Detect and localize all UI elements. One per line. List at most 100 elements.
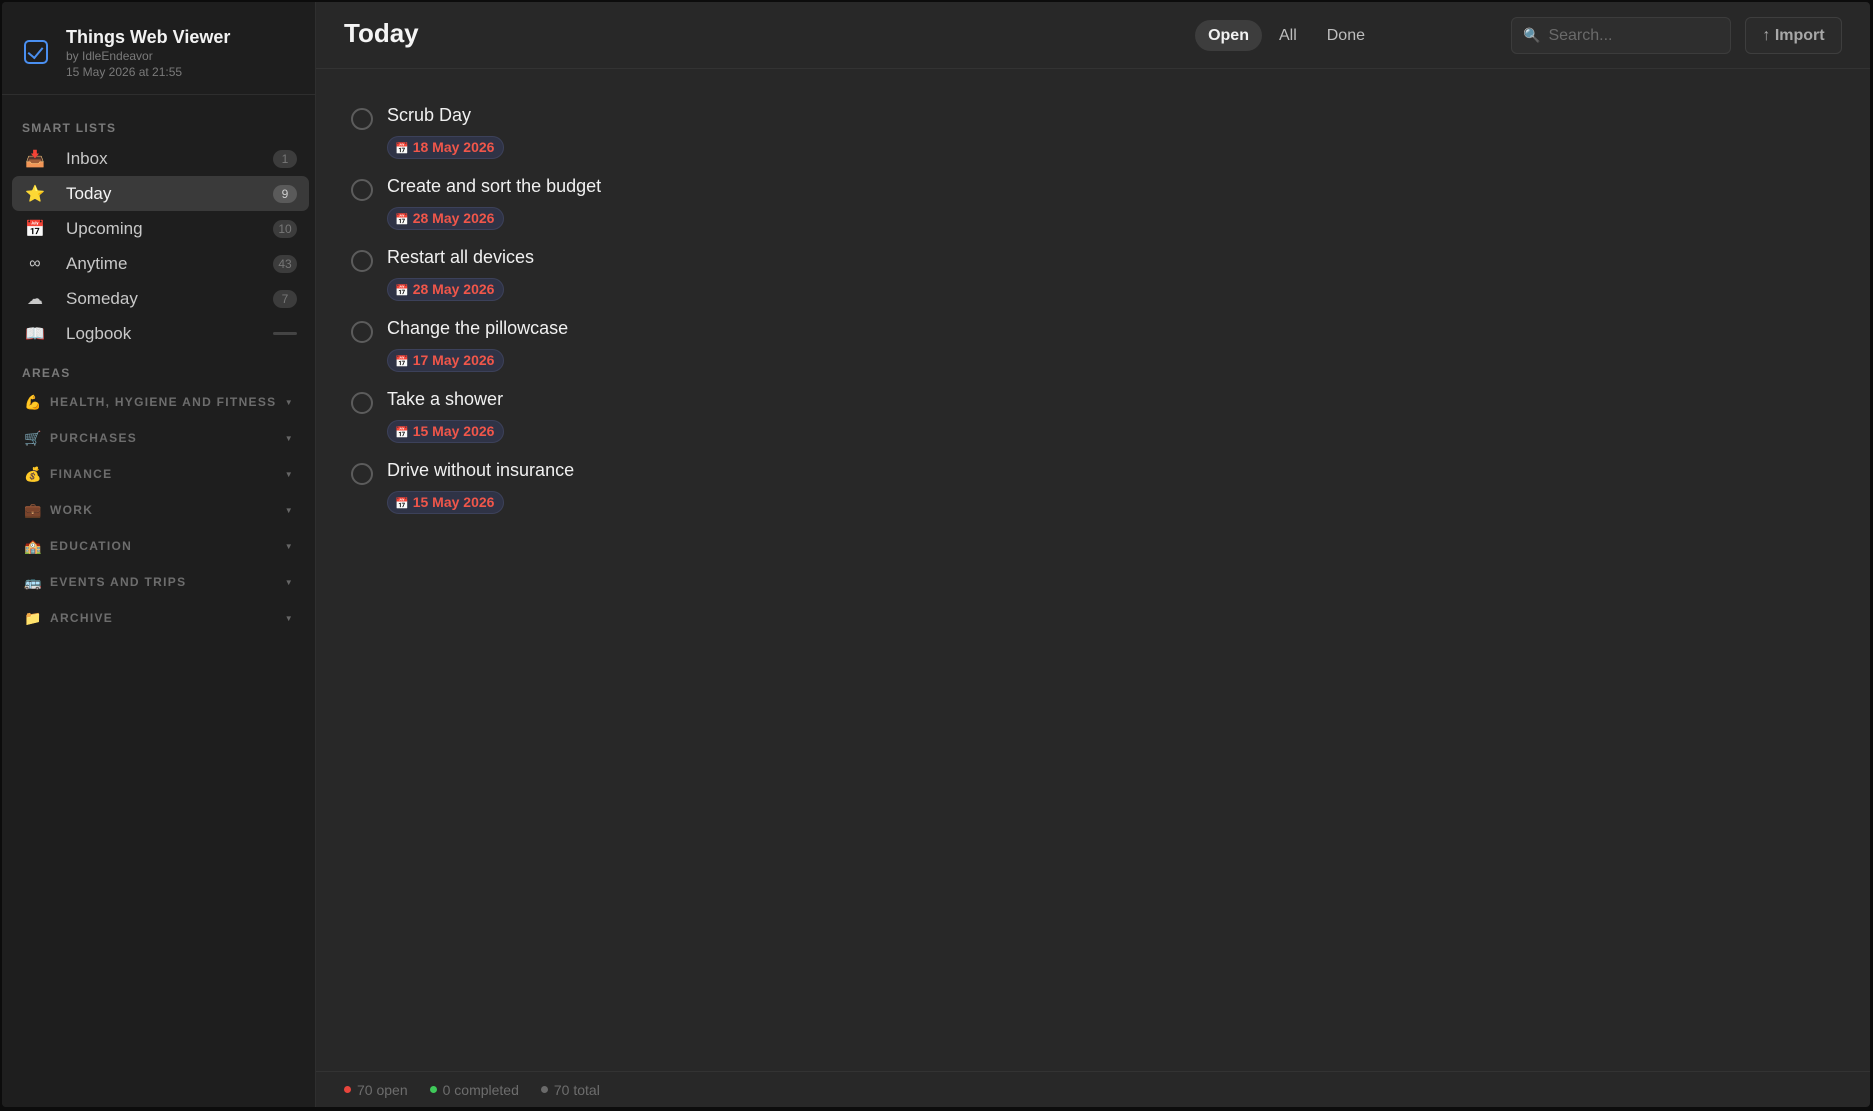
areas-list: 💪 HEALTH, HYGIENE AND FITNESS ▼ 🛒 PURCHASES ▼… <box>2 384 316 636</box>
due-date-badge: 📅 15 May 2026 <box>387 491 505 514</box>
calendar-icon: 📅 <box>25 220 45 238</box>
area-label: ARCHIVE <box>50 611 114 625</box>
sidebar-item-anytime[interactable]: ∞ Anytime 43 <box>12 246 309 281</box>
sidebar-item-label: Inbox <box>66 148 108 168</box>
due-date-badge: 📅 28 May 2026 <box>387 278 505 301</box>
checkbox-logo-icon <box>24 40 48 64</box>
area-label: PURCHASES <box>50 431 138 445</box>
shopping-cart-icon: 🛒 <box>24 429 43 446</box>
cloud-icon: ☁ <box>27 290 43 308</box>
app-window: Things Web Viewer by IdleEndeavor 15 May… <box>2 2 1870 1107</box>
inbox-tray-icon: 📥 <box>25 150 45 168</box>
due-date-text: 18 May 2026 <box>412 139 495 155</box>
calendar-icon: 📅 <box>395 498 409 510</box>
sidebar: Things Web Viewer by IdleEndeavor 15 May… <box>2 2 316 1107</box>
sidebar-item-upcoming[interactable]: 📅 Upcoming 10 <box>12 211 309 246</box>
search-box[interactable]: 🔍 <box>1511 17 1731 54</box>
sidebar-item-inbox[interactable]: 📥 Inbox 1 <box>12 141 309 176</box>
area-label: WORK <box>50 503 94 517</box>
calendar-icon: 📅 <box>395 427 409 439</box>
count-badge: 7 <box>273 289 297 308</box>
filter-tabs: Open All Done <box>1195 20 1378 51</box>
area-label: EVENTS AND TRIPS <box>50 575 187 589</box>
search-icon: 🔍 <box>1523 27 1541 43</box>
due-date-badge: 📅 17 May 2026 <box>387 349 505 372</box>
smart-lists-label: SMART LISTS <box>22 121 117 135</box>
smart-lists-nav: 📥 Inbox 1 ⭐ Today 9 📅 Upcoming 10 ∞ Anytime 43 ☁ Some… <box>12 141 309 351</box>
area-item-archive[interactable]: 📁 ARCHIVE ▼ <box>2 600 316 636</box>
due-date-badge: 📅 15 May 2026 <box>387 420 505 443</box>
area-label: HEALTH, HYGIENE AND FITNESS <box>50 395 277 409</box>
filter-done[interactable]: Done <box>1314 20 1378 51</box>
sidebar-item-logbook[interactable]: 📖 Logbook <box>12 316 309 351</box>
school-icon: 🏫 <box>24 537 43 554</box>
chevron-down-icon[interactable]: ▼ <box>285 542 294 551</box>
star-icon: ⭐ <box>25 185 45 203</box>
task-title[interactable]: Restart all devices <box>387 247 534 268</box>
brand-header: Things Web Viewer by IdleEndeavor 15 May… <box>2 2 315 95</box>
due-date-badge: 📅 28 May 2026 <box>387 207 505 230</box>
task-checkbox[interactable] <box>351 250 373 272</box>
due-date-text: 15 May 2026 <box>412 494 495 510</box>
sidebar-item-label: Someday <box>66 288 138 308</box>
task-checkbox[interactable] <box>351 392 373 414</box>
open-stat: 70 open <box>344 1082 408 1098</box>
chevron-down-icon[interactable]: ▼ <box>285 398 294 407</box>
area-item-purchases[interactable]: 🛒 PURCHASES ▼ <box>2 420 316 456</box>
flexed-biceps-icon: 💪 <box>24 393 43 410</box>
top-bar: Today OpenAllDone 🔍 ↑ Import <box>316 2 1870 69</box>
task-title[interactable]: Create and sort the budget <box>387 176 601 197</box>
count-badge: 10 <box>273 219 297 238</box>
import-button[interactable]: ↑ Import <box>1745 17 1842 54</box>
chevron-down-icon[interactable]: ▼ <box>285 506 294 515</box>
folder-icon: 📁 <box>24 609 43 626</box>
filter-open[interactable]: Open <box>1195 20 1262 51</box>
task-checkbox[interactable] <box>351 108 373 130</box>
filter-all[interactable]: All <box>1266 20 1310 51</box>
area-item-education[interactable]: 🏫 EDUCATION ▼ <box>2 528 316 564</box>
calendar-icon: 📅 <box>395 285 409 297</box>
due-date-text: 28 May 2026 <box>412 210 495 226</box>
sidebar-item-label: Anytime <box>66 253 128 273</box>
completed-dot <box>429 1086 437 1093</box>
completed-stat: 0 completed <box>429 1081 519 1098</box>
area-label: FINANCE <box>50 467 113 481</box>
chevron-down-icon[interactable]: ▼ <box>285 614 294 623</box>
chevron-down-icon[interactable]: ▼ <box>285 470 294 479</box>
count-badge: 1 <box>273 149 297 168</box>
area-item-health-hygiene-and-fitness[interactable]: 💪 HEALTH, HYGIENE AND FITNESS ▼ <box>2 384 316 420</box>
calendar-icon: 📅 <box>395 356 409 368</box>
task-checkbox[interactable] <box>351 321 373 343</box>
book-icon: 📖 <box>25 325 45 343</box>
area-item-events-and-trips[interactable]: 🚌 EVENTS AND TRIPS ▼ <box>2 564 316 600</box>
task-title[interactable]: Drive without insurance <box>387 460 574 481</box>
total-stat: 70 total <box>540 1081 600 1098</box>
sidebar-item-today[interactable]: ⭐ Today 9 <box>12 176 309 211</box>
task-checkbox[interactable] <box>351 179 373 201</box>
area-item-work[interactable]: 💼 WORK ▼ <box>2 492 316 528</box>
sidebar-item-label: Logbook <box>66 323 132 343</box>
count-badge: 43 <box>273 254 297 273</box>
chevron-down-icon[interactable]: ▼ <box>285 434 294 443</box>
calendar-icon: 📅 <box>395 143 409 155</box>
task-title[interactable]: Take a shower <box>387 389 503 410</box>
completed-count: 0 completed <box>442 1081 519 1098</box>
infinity-icon: ∞ <box>29 254 41 272</box>
app-author: by IdleEndeavor <box>66 49 153 63</box>
total-dot <box>540 1086 548 1093</box>
due-date-text: 28 May 2026 <box>412 281 495 297</box>
sidebar-item-someday[interactable]: ☁ Someday 7 <box>12 281 309 316</box>
area-item-finance[interactable]: 💰 FINANCE ▼ <box>2 456 316 492</box>
due-date-text: 15 May 2026 <box>412 423 495 439</box>
sidebar-item-label: Upcoming <box>66 218 143 238</box>
due-date-badge: 📅 18 May 2026 <box>387 136 505 159</box>
chevron-down-icon[interactable]: ▼ <box>285 578 294 587</box>
task-title[interactable]: Scrub Day <box>387 105 471 126</box>
task-checkbox[interactable] <box>351 463 373 485</box>
main-panel: Today OpenAllDone 🔍 ↑ Import Scrub Day📅1… <box>316 2 1870 1107</box>
search-input[interactable] <box>1548 26 1719 45</box>
task-title[interactable]: Change the pillowcase <box>387 318 568 339</box>
app-timestamp: 15 May 2026 at 21:55 <box>66 65 183 79</box>
status-bar: 70 open 0 completed 70 total <box>316 1071 1870 1107</box>
total-count: 70 total <box>553 1081 600 1098</box>
